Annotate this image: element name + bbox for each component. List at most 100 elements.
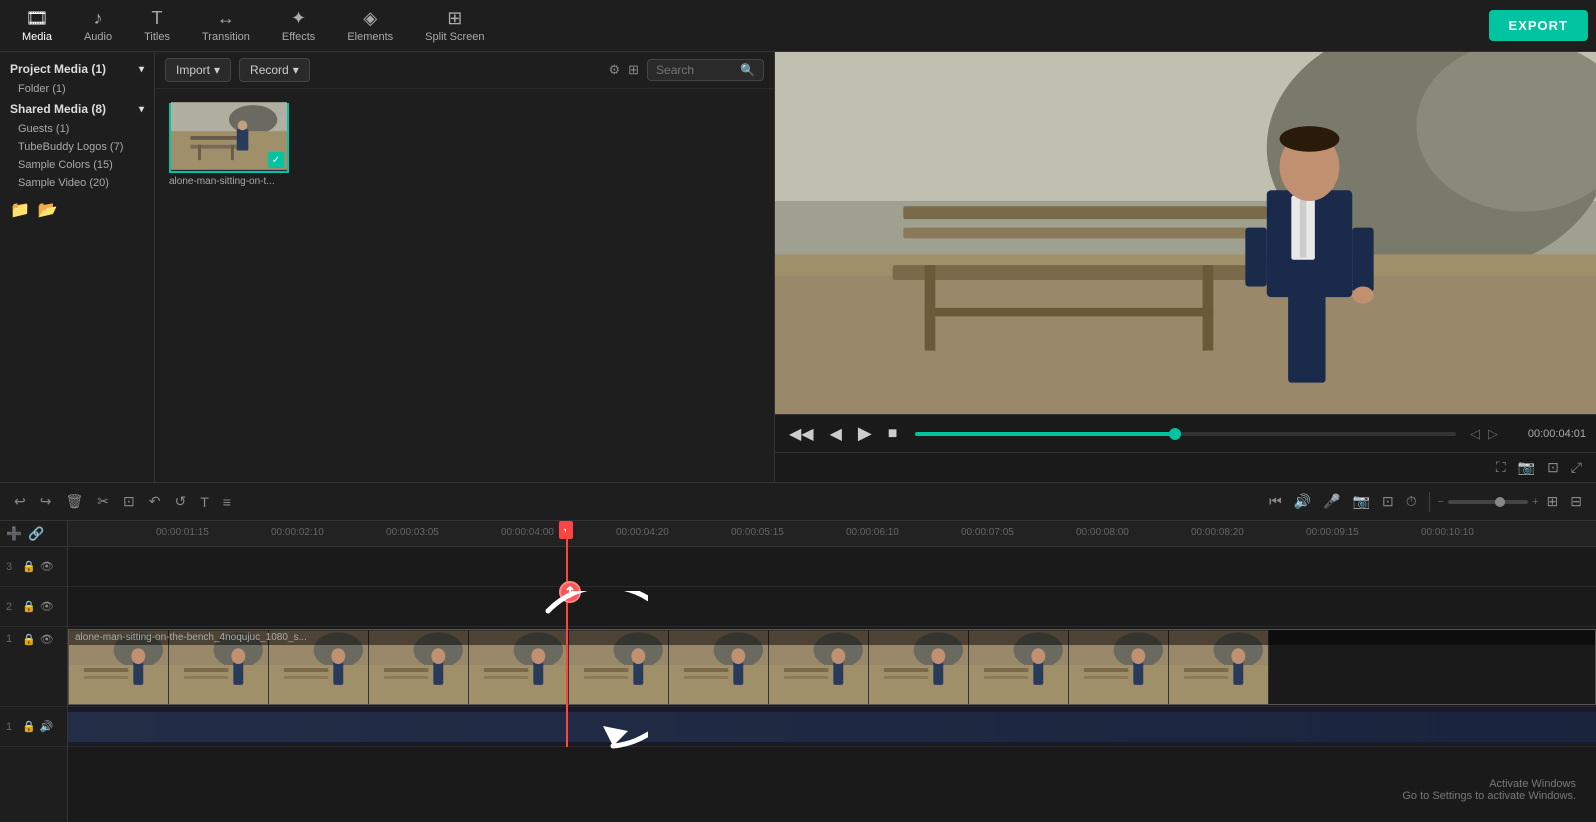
aspect-ratio-button[interactable]: ⊡ (1543, 457, 1563, 478)
sidebar: Project Media (1) ▾ Folder (1) Shared Me… (0, 52, 155, 482)
title-button[interactable]: T (196, 492, 213, 512)
split-icon (563, 585, 577, 599)
refresh-button[interactable]: ↺ (170, 491, 190, 512)
lock-icon-3[interactable]: 🔒 (22, 560, 36, 573)
bracket-right-icon: ▷ (1488, 426, 1498, 442)
elements-icon: ◈ (363, 8, 377, 29)
zoom-minus-icon: − (1438, 496, 1444, 508)
history-button[interactable]: ↶ (145, 491, 165, 512)
ruler-mark-2: 00:00:03:05 (386, 527, 439, 538)
fullscreen-button[interactable]: ⛶ (1492, 457, 1510, 478)
toolbar-elements-label: Elements (347, 31, 393, 43)
progress-dot (1169, 428, 1181, 440)
sidebar-guests[interactable]: Guests (1) (0, 120, 154, 138)
lock-icon-1[interactable]: 🔒 (22, 633, 36, 646)
snapshot-button[interactable]: 📷 (1349, 491, 1374, 512)
toolbar-effects[interactable]: ✦ Effects (268, 4, 329, 47)
play-button[interactable]: ▶ (854, 421, 876, 446)
play-back-button[interactable]: ⏮ (1265, 491, 1286, 512)
eye-icon-3[interactable]: 👁 (40, 560, 54, 573)
delete-button[interactable]: 🗑 (61, 491, 87, 512)
new-folder-icon[interactable]: 📂 (38, 200, 58, 220)
pip-button[interactable]: ⊡ (1378, 491, 1398, 512)
sidebar-tubebuddy[interactable]: TubeBuddy Logos (7) (0, 138, 154, 156)
search-box: 🔍 (647, 59, 764, 81)
media-toolbar-icons: ⚙ ⊞ 🔍 (608, 59, 764, 81)
toolbar-audio-label: Audio (84, 31, 112, 43)
link-icon[interactable]: 🔗 (28, 526, 44, 542)
toolbar-transition-label: Transition (202, 31, 250, 43)
ruler-mark-0: 00:00:01:15 (156, 527, 209, 538)
playhead-line[interactable] (566, 521, 568, 747)
toolbar-split-screen-label: Split Screen (425, 31, 484, 43)
lock-icon-audio[interactable]: 🔒 (22, 720, 36, 733)
progress-bar[interactable] (915, 432, 1456, 436)
shared-media-label: Shared Media (8) (10, 102, 106, 116)
thumb-preview: ☰ ✓ (169, 103, 289, 173)
undo-button[interactable]: ↩ (10, 491, 30, 512)
toolbar-transition[interactable]: ↔ Transition (188, 4, 264, 47)
grid-view-icon[interactable]: ⊞ (628, 62, 639, 78)
toolbar-media[interactable]: 🎞 Media (8, 4, 66, 47)
sidebar-folder[interactable]: Folder (1) (0, 80, 154, 98)
ruler-mark-6: 00:00:06:10 (846, 527, 899, 538)
track-number-3: 3 (6, 561, 18, 573)
eye-icon-1[interactable]: 👁 (40, 633, 54, 646)
zoom-handle[interactable] (1495, 497, 1505, 507)
divider (1429, 492, 1430, 512)
export-button[interactable]: EXPORT (1489, 10, 1588, 41)
titles-icon: T (152, 8, 163, 29)
shared-media-header[interactable]: Shared Media (8) ▾ (0, 98, 154, 120)
audio-button[interactable]: 🔊 (1290, 491, 1315, 512)
expand-button[interactable]: ⤢ (1567, 457, 1586, 478)
list-button[interactable]: ≡ (219, 492, 235, 512)
media-thumb-clip[interactable]: ☰ ✓ alone-man-sitting-on-t... (169, 103, 289, 187)
project-media-header[interactable]: Project Media (1) ▾ (0, 58, 154, 80)
search-input[interactable] (656, 63, 736, 77)
search-icon: 🔍 (740, 63, 755, 77)
lock-icon-2[interactable]: 🔒 (22, 600, 36, 613)
add-media-icon[interactable]: ➕ (6, 526, 22, 542)
redo-button[interactable]: ↪ (36, 491, 56, 512)
track-label-2: 2 🔒 👁 (0, 587, 67, 627)
sidebar-sample-colors[interactable]: Sample Colors (15) (0, 156, 154, 174)
step-back-button[interactable]: ◀ (826, 422, 846, 446)
rewind-button[interactable]: ◀◀ (785, 422, 818, 446)
zoom-slider[interactable] (1448, 500, 1528, 504)
thumb-label: alone-man-sitting-on-t... (169, 176, 289, 187)
layout-button[interactable]: ⊟ (1566, 491, 1586, 512)
track-row-2 (68, 587, 1596, 627)
track-number-1: 1 (6, 633, 18, 645)
toolbar-titles[interactable]: T Titles (130, 4, 184, 47)
stop-button[interactable]: ■ (884, 423, 902, 445)
preview-svg (775, 52, 1596, 414)
folder-icon[interactable]: 📁 (10, 200, 30, 220)
mic-button[interactable]: 🎤 (1319, 491, 1344, 512)
screenshot-button[interactable]: 📷 (1514, 457, 1539, 478)
toolbar-audio[interactable]: ♪ Audio (70, 4, 126, 47)
record-button[interactable]: Record ▾ (239, 58, 310, 82)
chevron-down-icon: ▾ (139, 64, 144, 75)
video-preview: ◀◀ ◀ ▶ ■ ◁ ▷ 00:00:04:01 ⛶ 📷 ⊡ ⤢ (775, 52, 1596, 482)
cut-button[interactable]: ✂ (93, 491, 113, 512)
playhead-split-button[interactable] (559, 581, 581, 603)
split-screen-icon: ⊞ (447, 8, 462, 29)
toolbar-elements[interactable]: ◈ Elements (333, 4, 407, 47)
toolbar-media-label: Media (22, 31, 52, 43)
sidebar-sample-video[interactable]: Sample Video (20) (0, 174, 154, 192)
eye-icon-2[interactable]: 👁 (40, 600, 54, 613)
ruler-mark-9: 00:00:08:20 (1191, 527, 1244, 538)
preview-tools: ⛶ 📷 ⊡ ⤢ (775, 452, 1596, 482)
import-button[interactable]: Import ▾ (165, 58, 231, 82)
crop-button[interactable]: ⊡ (119, 491, 139, 512)
video-clip[interactable]: alone-man-sitting-on-the-bench_4noqujuc_… (68, 629, 1596, 705)
clock-button[interactable]: ⏱ (1402, 491, 1421, 512)
toolbar-split-screen[interactable]: ⊞ Split Screen (411, 4, 498, 47)
volume-icon-audio[interactable]: 🔊 (40, 720, 54, 733)
center-area: Import ▾ Record ▾ ⚙ ⊞ 🔍 (155, 52, 1596, 482)
filter-icon[interactable]: ⚙ (608, 62, 620, 78)
zoom-fit-button[interactable]: ⊞ (1543, 491, 1563, 512)
timeline-tracks-content[interactable]: 00:00:01:15 00:00:02:10 00:00:03:05 00:0… (68, 521, 1596, 822)
transition-icon: ↔ (217, 8, 235, 29)
chevron-down-icon-2: ▾ (139, 104, 144, 115)
